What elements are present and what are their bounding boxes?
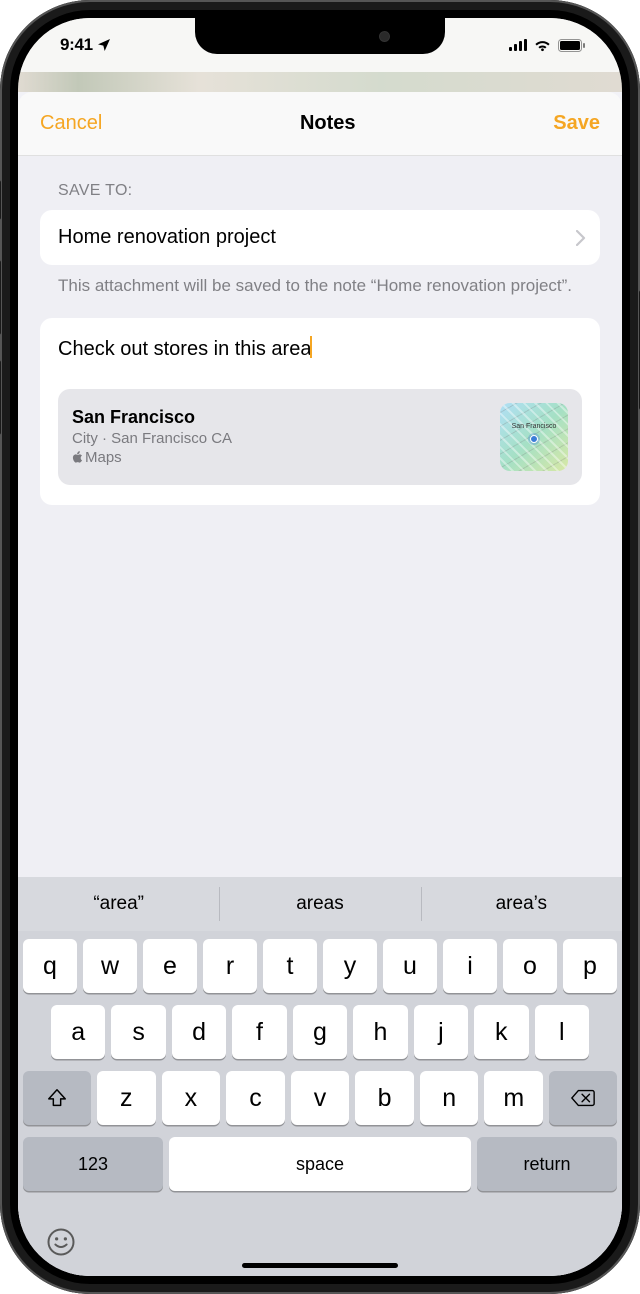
key-f[interactable]: f [232, 1005, 286, 1059]
key-row-1: q w e r t y u i o p [23, 939, 617, 993]
key-o[interactable]: o [503, 939, 557, 993]
sheet-header: Cancel Notes Save [18, 92, 622, 156]
status-time: 9:41 [60, 35, 93, 55]
note-compose-area[interactable]: Check out stores in this area San Franci… [40, 318, 600, 505]
key-p[interactable]: p [563, 939, 617, 993]
note-text-input[interactable]: Check out stores in this area [58, 338, 311, 360]
screen: 9:41 Cancel Notes Save SAVE TO: [18, 18, 622, 1276]
volume-down-button [0, 360, 1, 435]
key-z[interactable]: z [97, 1071, 156, 1125]
emoji-button[interactable] [46, 1227, 76, 1264]
prediction-1[interactable]: “area” [18, 877, 219, 931]
background-peek [18, 72, 622, 92]
destination-note-name: Home renovation project [58, 226, 276, 249]
key-j[interactable]: j [414, 1005, 468, 1059]
number-key[interactable]: 123 [23, 1137, 163, 1191]
keys-grid: q w e r t y u i o p a s d [18, 931, 622, 1209]
backspace-key[interactable] [549, 1071, 617, 1125]
share-sheet: Cancel Notes Save SAVE TO: Home renovati… [18, 92, 622, 1276]
map-thumbnail-label: San Francisco [512, 423, 557, 430]
key-row-3: z x c v b n m [23, 1071, 617, 1125]
shift-key[interactable] [23, 1071, 91, 1125]
key-e[interactable]: e [143, 939, 197, 993]
attachment-source: Maps [72, 449, 488, 466]
key-l[interactable]: l [535, 1005, 589, 1059]
key-k[interactable]: k [474, 1005, 528, 1059]
predictive-bar: “area” areas area’s [18, 877, 622, 931]
cancel-button[interactable]: Cancel [40, 112, 102, 135]
key-c[interactable]: c [226, 1071, 285, 1125]
key-v[interactable]: v [291, 1071, 350, 1125]
location-icon [96, 37, 112, 53]
key-n[interactable]: n [420, 1071, 479, 1125]
save-button[interactable]: Save [553, 112, 600, 135]
status-time-group: 9:41 [60, 35, 112, 55]
prediction-3[interactable]: area’s [421, 877, 622, 931]
key-a[interactable]: a [51, 1005, 105, 1059]
status-indicators [509, 38, 587, 52]
volume-up-button [0, 260, 1, 335]
shift-icon [46, 1087, 68, 1109]
backspace-icon [570, 1088, 596, 1108]
key-d[interactable]: d [172, 1005, 226, 1059]
prediction-2[interactable]: areas [219, 877, 420, 931]
ringer-switch [0, 180, 1, 220]
return-key[interactable]: return [477, 1137, 617, 1191]
key-row-4: 123 space return [23, 1137, 617, 1191]
attachment-source-label: Maps [85, 449, 122, 466]
key-b[interactable]: b [355, 1071, 414, 1125]
space-key[interactable]: space [169, 1137, 471, 1191]
sheet-title: Notes [300, 112, 356, 135]
attachment-info: San Francisco City · San Francisco CA Ma… [72, 407, 488, 466]
camera-dot [379, 31, 390, 42]
notch [195, 18, 445, 54]
iphone-device-frame: 9:41 Cancel Notes Save SAVE TO: [0, 0, 640, 1294]
helper-text: This attachment will be saved to the not… [40, 265, 600, 298]
key-i[interactable]: i [443, 939, 497, 993]
key-row-2: a s d f g h j k l [23, 1005, 617, 1059]
key-t[interactable]: t [263, 939, 317, 993]
keyboard: “area” areas area’s q w e r t y u i o [18, 877, 622, 1276]
emoji-icon [46, 1227, 76, 1257]
wifi-icon [533, 38, 552, 52]
key-u[interactable]: u [383, 939, 437, 993]
key-y[interactable]: y [323, 939, 377, 993]
chevron-right-icon [576, 230, 586, 246]
key-s[interactable]: s [111, 1005, 165, 1059]
map-thumbnail: San Francisco [500, 403, 568, 471]
key-r[interactable]: r [203, 939, 257, 993]
save-to-label: SAVE TO: [40, 182, 600, 200]
home-indicator[interactable] [242, 1263, 398, 1268]
key-x[interactable]: x [162, 1071, 221, 1125]
destination-note-row[interactable]: Home renovation project [40, 210, 600, 265]
text-cursor [310, 336, 312, 358]
attachment-subtitle: City · San Francisco CA [72, 430, 488, 447]
key-q[interactable]: q [23, 939, 77, 993]
key-g[interactable]: g [293, 1005, 347, 1059]
apple-logo-icon [72, 451, 83, 464]
key-m[interactable]: m [484, 1071, 543, 1125]
attachment-title: San Francisco [72, 407, 488, 428]
key-w[interactable]: w [83, 939, 137, 993]
cellular-signal-icon [509, 39, 528, 51]
key-h[interactable]: h [353, 1005, 407, 1059]
map-attachment[interactable]: San Francisco City · San Francisco CA Ma… [58, 389, 582, 485]
battery-icon [558, 39, 586, 52]
